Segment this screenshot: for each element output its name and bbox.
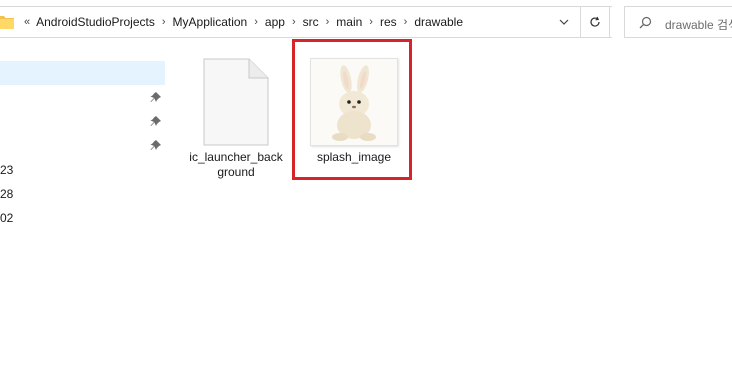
nav-item-label: 28 xyxy=(0,187,14,201)
nav-item-label: 23 xyxy=(0,163,14,177)
pin-icon xyxy=(150,92,161,102)
refresh-icon xyxy=(590,16,600,27)
breadcrumb-item-myapplication[interactable]: MyApplication xyxy=(171,15,250,29)
address-history-dropdown[interactable] xyxy=(553,13,575,31)
breadcrumb-item-androidstudioprojects[interactable]: AndroidStudioProjects xyxy=(34,15,157,29)
nav-item-label: 02 xyxy=(0,211,14,225)
nav-item-selected[interactable] xyxy=(0,61,165,85)
chevron-right-icon[interactable]: › xyxy=(157,16,171,28)
chevron-right-icon[interactable]: › xyxy=(249,16,263,28)
nav-item-pinned[interactable] xyxy=(0,110,165,134)
chevron-right-icon[interactable]: › xyxy=(321,16,335,28)
chevron-right-icon[interactable]: › xyxy=(364,16,378,28)
pin-icon xyxy=(150,116,161,126)
generic-file-icon xyxy=(203,58,269,146)
navigation-pane: 23 28 02 xyxy=(0,38,165,381)
file-list: ic_launcher_background splash_image xyxy=(172,38,732,381)
refresh-button[interactable] xyxy=(580,6,610,38)
breadcrumb-overflow-icon[interactable]: « xyxy=(24,16,34,28)
breadcrumb-item-src[interactable]: src xyxy=(301,15,321,29)
chevron-right-icon[interactable]: › xyxy=(399,16,413,28)
folder-icon xyxy=(0,16,14,29)
breadcrumb-item-app[interactable]: app xyxy=(263,15,287,29)
breadcrumb: « AndroidStudioProjects › MyApplication … xyxy=(24,15,465,29)
search-icon xyxy=(639,16,652,29)
search-placeholder: drawable 검색 xyxy=(665,18,732,32)
nav-item[interactable]: 02 xyxy=(0,206,165,230)
chevron-right-icon[interactable]: › xyxy=(287,16,301,28)
breadcrumb-item-drawable[interactable]: drawable xyxy=(412,15,465,29)
highlight-box xyxy=(292,39,412,180)
file-item-ic-launcher-background[interactable]: ic_launcher_background xyxy=(186,56,286,180)
nav-item[interactable]: 23 xyxy=(0,158,165,182)
address-bar[interactable]: « AndroidStudioProjects › MyApplication … xyxy=(0,6,612,38)
nav-item-pinned[interactable] xyxy=(0,86,165,110)
file-name: ic_launcher_background xyxy=(189,150,283,179)
breadcrumb-item-res[interactable]: res xyxy=(378,15,399,29)
pin-icon xyxy=(150,140,161,150)
chevron-down-icon xyxy=(559,19,569,25)
search-input[interactable]: drawable 검색 xyxy=(624,6,732,38)
nav-item-pinned[interactable] xyxy=(0,134,165,158)
breadcrumb-item-main[interactable]: main xyxy=(334,15,364,29)
nav-item[interactable]: 28 xyxy=(0,182,165,206)
